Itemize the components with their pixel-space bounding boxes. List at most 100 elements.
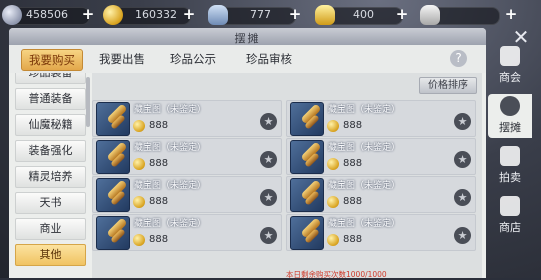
item-name: 藏宝图（未鉴定） <box>328 181 401 191</box>
item-name: 藏宝图（未鉴定） <box>328 105 401 115</box>
auction-icon <box>500 146 520 166</box>
treasure-map-icon <box>96 178 130 212</box>
add-currency-button[interactable]: + <box>80 7 96 23</box>
currency-gold-ingot: 400 + <box>315 5 415 25</box>
item-price: 888 <box>343 234 363 245</box>
currency-moon: 458506 + <box>2 5 102 25</box>
add-currency-button[interactable]: + <box>181 7 197 23</box>
listing-area: 价格排序 藏宝图（未鉴定） 888 ★ 藏宝图（未鉴定） 888 ★ 藏宝图（未… <box>92 73 482 278</box>
add-currency-button[interactable]: + <box>394 7 410 23</box>
favorite-star-button[interactable]: ★ <box>260 151 277 168</box>
add-currency-button[interactable]: + <box>503 7 519 23</box>
stall-icon <box>500 96 520 116</box>
add-currency-button[interactable]: + <box>287 7 303 23</box>
price-sort-button[interactable]: 价格排序 <box>419 77 477 94</box>
favorite-star-button[interactable]: ★ <box>454 227 471 244</box>
currency-value: 777 <box>250 8 271 21</box>
treasure-map-icon <box>96 216 130 250</box>
nav-label: 商店 <box>499 221 521 234</box>
favorite-star-button[interactable]: ★ <box>260 189 277 206</box>
item-price: 888 <box>149 120 169 131</box>
listing-card[interactable]: 藏宝图（未鉴定） 888 ★ <box>92 138 282 175</box>
gold-coin-icon <box>133 120 145 132</box>
item-price: 888 <box>343 120 363 131</box>
currency-white-ingot: + <box>420 5 530 25</box>
tab-treasure-review[interactable]: 珍品审核 <box>239 49 299 69</box>
favorite-star-button[interactable]: ★ <box>260 113 277 130</box>
item-price: 888 <box>149 234 169 245</box>
nav-shop[interactable]: 商店 <box>488 194 532 238</box>
item-price: 888 <box>343 196 363 207</box>
tab-buy[interactable]: 我要购买 <box>21 49 83 71</box>
silver-ingot-icon <box>208 5 228 25</box>
nav-label: 摆摊 <box>499 121 521 134</box>
treasure-map-icon <box>96 102 130 136</box>
treasure-map-icon <box>290 178 324 212</box>
gold-ingot-icon <box>315 5 335 25</box>
gold-coin-icon <box>133 196 145 208</box>
currency-gold: 160332 + <box>103 5 203 25</box>
favorite-star-button[interactable]: ★ <box>454 151 471 168</box>
help-button[interactable]: ? <box>450 50 467 67</box>
item-name: 藏宝图（未鉴定） <box>328 143 401 153</box>
item-name: 藏宝图（未鉴定） <box>134 181 207 191</box>
item-price: 888 <box>343 158 363 169</box>
listing-card[interactable]: 藏宝图（未鉴定） 888 ★ <box>92 176 282 213</box>
listing-card[interactable]: 藏宝图（未鉴定） 888 ★ <box>286 176 476 213</box>
item-name: 藏宝图（未鉴定） <box>134 219 207 229</box>
currency-bar: 458506 + 160332 + 777 + 400 + + <box>0 0 541 30</box>
category-item-normal-equipment[interactable]: 普通装备 <box>15 88 86 110</box>
white-ingot-icon <box>420 5 440 25</box>
tab-sell[interactable]: 我要出售 <box>92 49 152 69</box>
category-item-other[interactable]: 其他 <box>15 244 86 266</box>
listing-card[interactable]: 藏宝图（未鉴定） 888 ★ <box>92 100 282 137</box>
nav-stall[interactable]: 摆摊 <box>488 94 532 138</box>
treasure-map-icon <box>96 140 130 174</box>
gold-coin-icon <box>327 196 339 208</box>
listing-card[interactable]: 藏宝图（未鉴定） 888 ★ <box>286 100 476 137</box>
item-price: 888 <box>149 158 169 169</box>
tab-row: 我要购买 我要出售 珍品公示 珍品审核 ? <box>9 45 486 73</box>
shop-icon <box>500 196 520 216</box>
stall-panel: 摆摊 我要购买 我要出售 珍品公示 珍品审核 ? 珍品装备 普通装备 仙魔秘籍 … <box>9 28 486 279</box>
item-name: 藏宝图（未鉴定） <box>134 143 207 153</box>
nav-auction[interactable]: 拍卖 <box>488 144 532 188</box>
gold-coin-icon <box>327 158 339 170</box>
favorite-star-button[interactable]: ★ <box>260 227 277 244</box>
gold-coin-icon <box>327 120 339 132</box>
nav-label: 拍卖 <box>499 171 521 184</box>
category-item-commerce[interactable]: 商业 <box>15 218 86 240</box>
moon-coin-icon <box>2 5 22 25</box>
favorite-star-button[interactable]: ★ <box>454 189 471 206</box>
chamber-icon <box>500 46 520 66</box>
category-item-treasure-equipment[interactable]: 珍品装备 <box>15 73 86 84</box>
category-item-heavenly-book[interactable]: 天书 <box>15 192 86 214</box>
nav-chamber-of-commerce[interactable]: 商会 <box>488 44 532 88</box>
item-price: 888 <box>149 196 169 207</box>
currency-value: 458506 <box>26 8 68 21</box>
favorite-star-button[interactable]: ★ <box>454 113 471 130</box>
gold-coin-icon <box>327 234 339 246</box>
listing-card[interactable]: 藏宝图（未鉴定） 888 ★ <box>286 138 476 175</box>
panel-title: 摆摊 <box>234 32 261 45</box>
listing-card[interactable]: 藏宝图（未鉴定） 888 ★ <box>286 214 476 251</box>
listing-card[interactable]: 藏宝图（未鉴定） 888 ★ <box>92 214 282 251</box>
currency-value: 400 <box>353 8 374 21</box>
category-item-spirit-training[interactable]: 精灵培养 <box>15 166 86 188</box>
item-name: 藏宝图（未鉴定） <box>328 219 401 229</box>
sidebar-scrollbar[interactable] <box>86 77 90 127</box>
gold-coin-icon <box>133 234 145 246</box>
right-nav: 商会 摆摊 拍卖 商店 <box>486 42 534 278</box>
category-item-secret-books[interactable]: 仙魔秘籍 <box>15 114 86 136</box>
category-sidebar: 珍品装备 普通装备 仙魔秘籍 装备强化 精灵培养 天书 商业 其他 <box>13 73 88 278</box>
currency-value: 160332 <box>135 8 177 21</box>
gold-coin-icon <box>103 5 123 25</box>
treasure-map-icon <box>290 140 324 174</box>
tab-treasure-public[interactable]: 珍品公示 <box>163 49 223 69</box>
gold-coin-icon <box>133 158 145 170</box>
category-item-equipment-enhance[interactable]: 装备强化 <box>15 140 86 162</box>
treasure-map-icon <box>290 216 324 250</box>
treasure-map-icon <box>290 102 324 136</box>
nav-label: 商会 <box>499 71 521 84</box>
currency-silver-ingot: 777 + <box>208 5 308 25</box>
